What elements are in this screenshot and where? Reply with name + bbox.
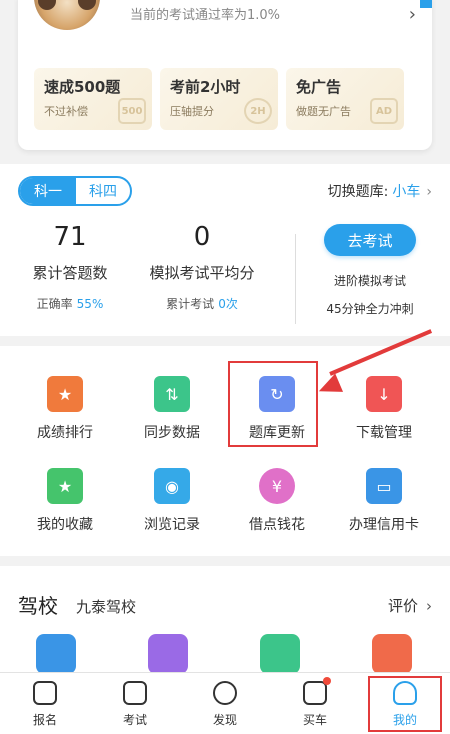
grid-label: 我的收藏	[37, 517, 93, 533]
feature-2-hours[interactable]: 考前2小时 压轴提分 2H	[160, 68, 278, 130]
profile-card: 当前的考试通过率为1.0% › 速成500题 不过补偿 500 考前2小时 压轴…	[18, 0, 432, 150]
answered-count: 71	[53, 222, 87, 252]
bulb-icon[interactable]	[148, 634, 188, 674]
download-icon: ↓	[366, 376, 402, 412]
feature-title: 速成500题	[44, 78, 121, 96]
school-section-title: 驾校	[18, 594, 58, 618]
mock-score-label: 模拟考试平均分	[149, 264, 255, 282]
edit-icon	[33, 681, 57, 705]
tab-label: 报名	[32, 713, 57, 727]
mock-score-stat[interactable]: 0 模拟考试平均分 累计考试 0次	[136, 222, 268, 312]
grid-label: 同步数据	[144, 425, 200, 441]
exam-note-advanced: 进阶模拟考试	[333, 274, 406, 288]
go-exam-button[interactable]: 去考试	[324, 224, 416, 256]
chevron-right-icon: ›	[426, 184, 432, 200]
grid-item-credit-card[interactable]: ▭ 办理信用卡	[328, 468, 440, 534]
avatar[interactable]	[34, 0, 100, 30]
tab-discover[interactable]: 发现	[195, 681, 255, 728]
school-name[interactable]: 九泰驾校	[76, 596, 136, 617]
exam-note-sprint: 45分钟全力冲刺	[326, 302, 414, 316]
mock-score-value: 0	[193, 222, 211, 252]
tab-signup[interactable]: 报名	[15, 681, 75, 728]
compass-icon	[213, 681, 237, 705]
feature-title: 免广告	[296, 78, 342, 96]
chart-500-icon: 500	[118, 98, 146, 124]
tab-buy-car[interactable]: 买车	[285, 677, 345, 728]
clock-2h-icon: 2H	[244, 98, 272, 124]
switch-bank-value: 小车	[392, 184, 421, 200]
header-edge	[420, 0, 432, 8]
history-icon: ◉	[154, 468, 190, 504]
credit-card-icon: ▭	[366, 468, 402, 504]
car-icon	[303, 677, 331, 705]
grid-item-history[interactable]: ◉ 浏览记录	[116, 468, 228, 534]
feature-title: 考前2小时	[170, 78, 241, 96]
feature-no-ads[interactable]: 免广告 做题无广告 AD	[286, 68, 404, 130]
grid-label: 办理信用卡	[349, 517, 419, 533]
grid-label: 借点钱花	[249, 517, 305, 533]
trophy-icon: ★	[47, 376, 83, 412]
switch-bank-label: 切换题库:	[327, 184, 389, 200]
chevron-right-icon: ›	[426, 597, 432, 615]
accuracy-value: 55%	[76, 297, 104, 311]
grid-label: 成绩排行	[37, 425, 93, 441]
grid-item-favorites[interactable]: ★ 我的收藏	[9, 468, 121, 534]
tools-grid: ★ 成绩排行 ⇅ 同步数据 ↻ 题库更新 ↓ 下载管理 ★ 我的收藏 ◉ 浏览记…	[0, 346, 450, 556]
tab-exam[interactable]: 考试	[105, 681, 165, 728]
exam-count-text: 累计考试 0次	[136, 295, 268, 312]
sync-icon: ⇅	[154, 376, 190, 412]
grid-item-sync[interactable]: ⇅ 同步数据	[116, 376, 228, 442]
star-folder-icon: ★	[47, 468, 83, 504]
subject-one-tab[interactable]: 科一	[20, 178, 76, 204]
exam-count-label: 累计考试	[166, 297, 215, 311]
accuracy-text: 正确率 55%	[20, 295, 120, 312]
feature-row: 速成500题 不过补偿 500 考前2小时 压轴提分 2H 免广告 做题无广告 …	[34, 68, 404, 130]
pass-rate-text: 当前的考试通过率为1.0%	[130, 8, 281, 23]
subject-four-tab[interactable]: 科四	[76, 178, 130, 204]
feature-500-questions[interactable]: 速成500题 不过补偿 500	[34, 68, 152, 130]
help-icon[interactable]	[36, 634, 76, 674]
no-ad-icon: AD	[370, 98, 398, 124]
grid-item-download[interactable]: ↓ 下载管理	[328, 376, 440, 442]
chevron-right-icon[interactable]: ›	[409, 4, 416, 25]
exam-count-value: 0次	[218, 297, 238, 311]
document-icon[interactable]	[260, 634, 300, 674]
driving-school-card: 驾校 九泰驾校 评价 ›	[0, 566, 450, 676]
switch-bank-link[interactable]: 切换题库: 小车 ›	[328, 181, 432, 201]
accuracy-label: 正确率	[36, 297, 73, 311]
tab-label: 考试	[122, 713, 147, 727]
subject-toggle: 科一 科四	[18, 176, 132, 206]
chart-icon[interactable]	[372, 634, 412, 674]
briefcase-icon	[123, 681, 147, 705]
answered-stat[interactable]: 71 累计答题数 正确率 55%	[20, 222, 120, 312]
grid-item-loan[interactable]: ¥ 借点钱花	[221, 468, 333, 534]
grid-item-ranking[interactable]: ★ 成绩排行	[9, 376, 121, 442]
review-label: 评价	[387, 597, 418, 615]
annotation-tab-highlight	[368, 676, 442, 732]
tab-label: 买车	[302, 713, 327, 727]
grid-label: 下载管理	[356, 425, 412, 441]
review-link[interactable]: 评价 ›	[388, 595, 432, 616]
grid-label: 浏览记录	[144, 517, 200, 533]
money-bag-icon: ¥	[259, 468, 295, 504]
divider	[284, 234, 296, 324]
tab-label: 发现	[212, 713, 237, 727]
stats-card: 科一 科四 切换题库: 小车 › 71 累计答题数 正确率 55% 0 模拟考试平均分…	[0, 164, 450, 336]
answered-label: 累计答题数	[32, 264, 108, 282]
annotation-highlight-box	[228, 361, 318, 447]
notification-dot	[323, 677, 331, 685]
